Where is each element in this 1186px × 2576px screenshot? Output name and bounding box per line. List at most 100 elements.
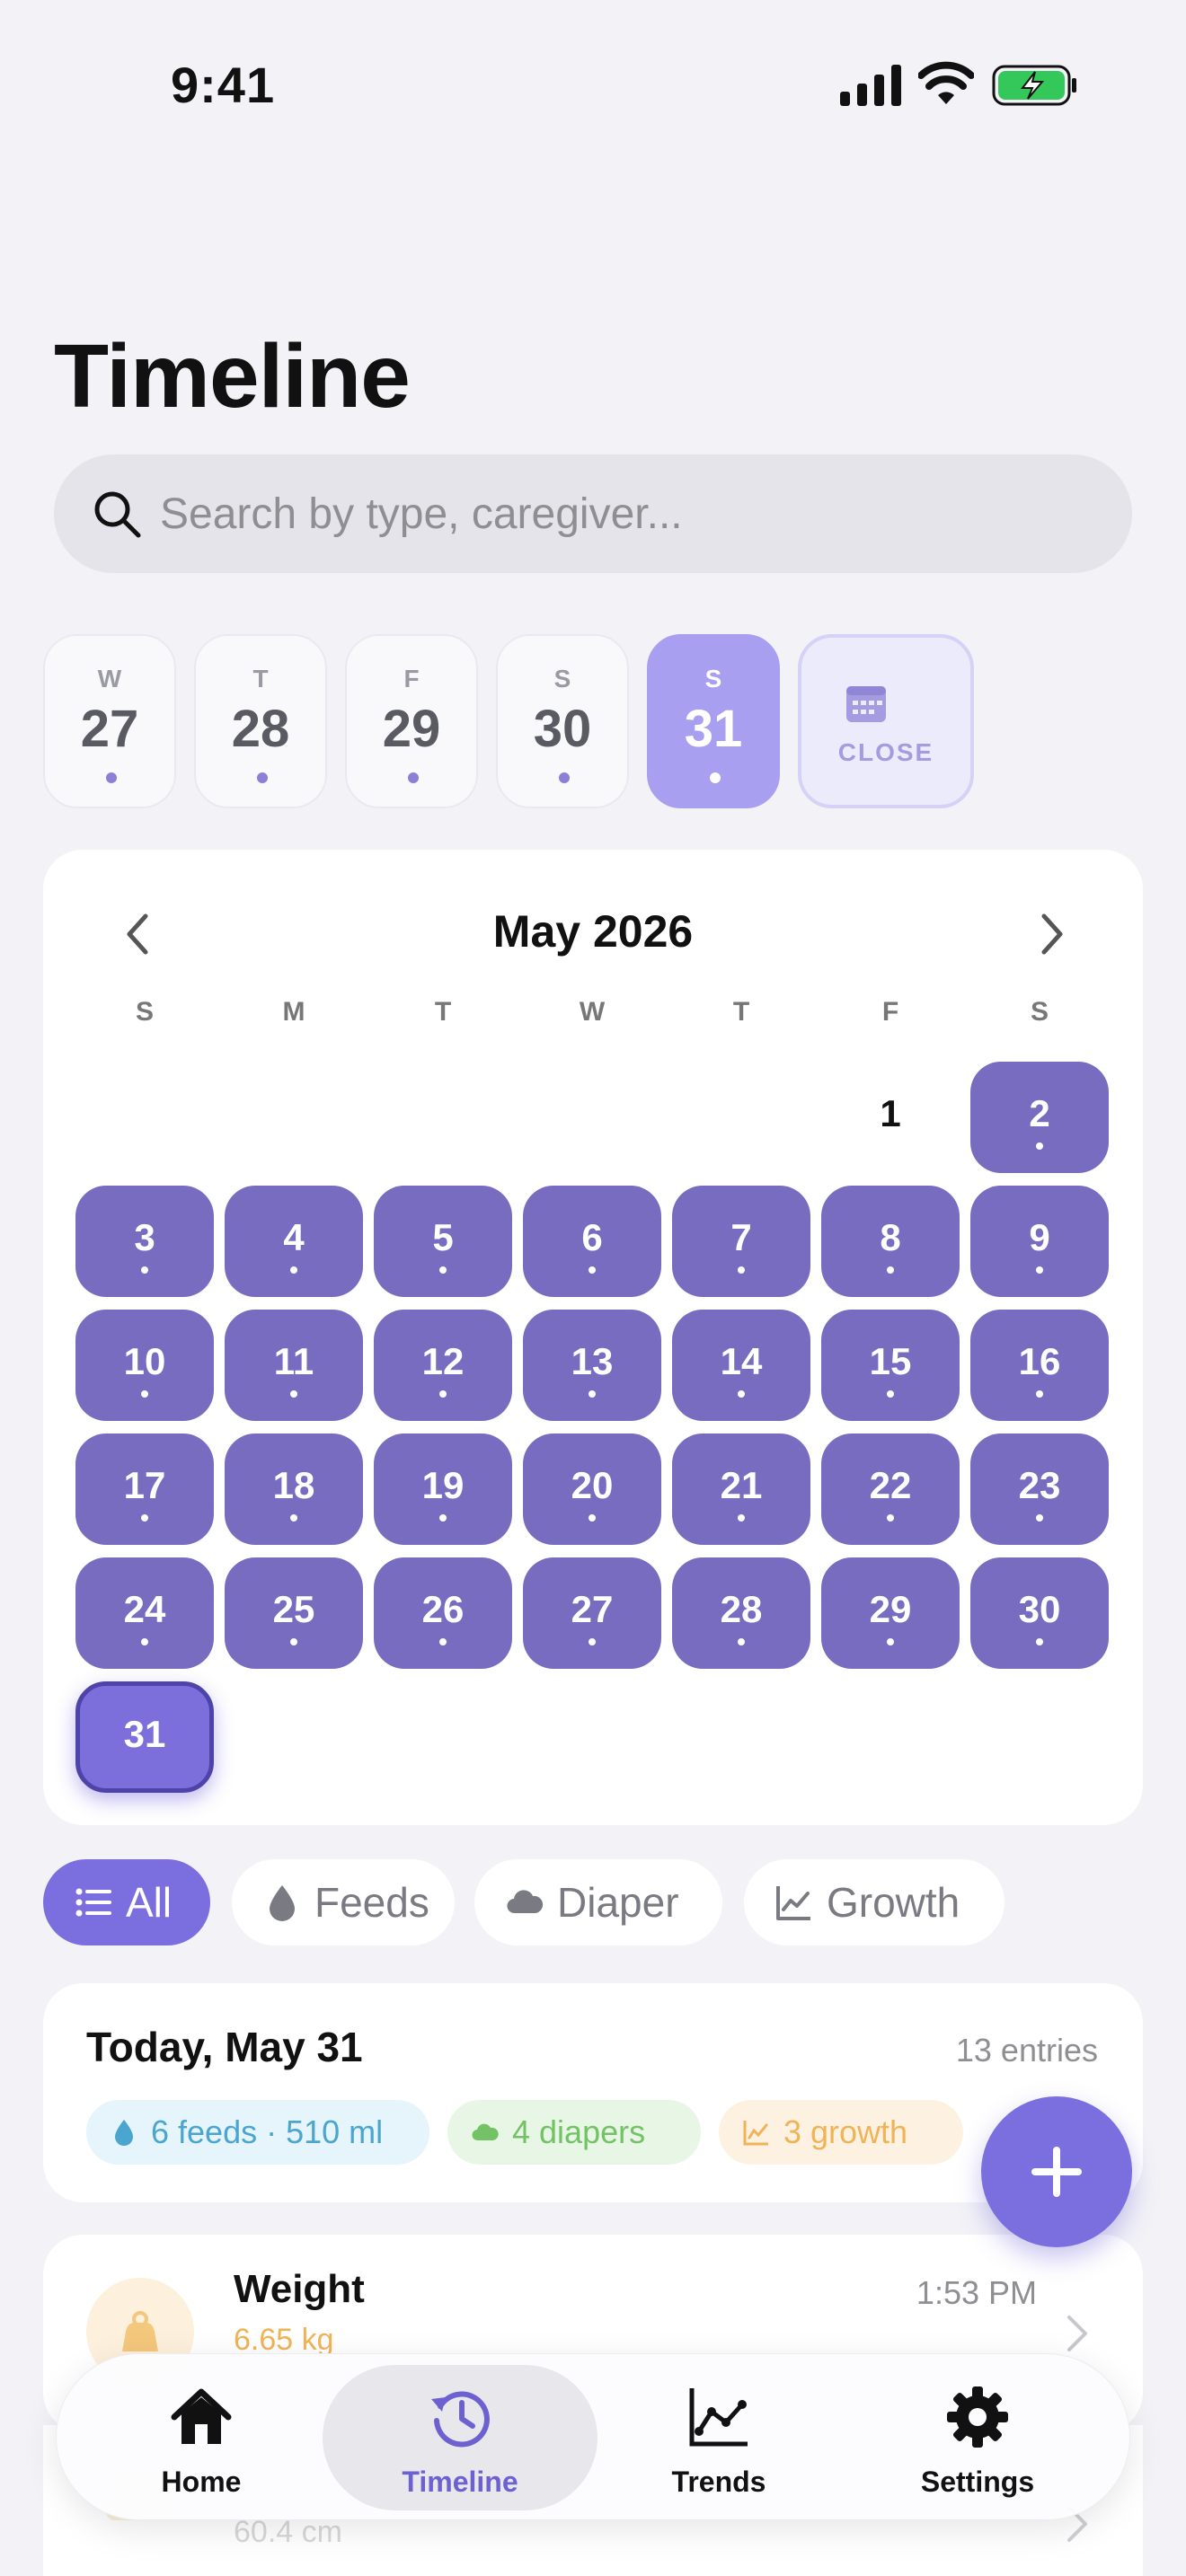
entry-indicator-dot	[439, 1514, 447, 1522]
calendar-day-number: 27	[571, 1588, 614, 1630]
page-title: Timeline	[54, 326, 411, 427]
entry-indicator-dot	[1036, 1266, 1043, 1274]
calendar-day-with-entries[interactable]: 2	[970, 1062, 1109, 1173]
entry-indicator-dot	[439, 1638, 447, 1645]
week-day-chip[interactable]: T 28	[194, 634, 327, 808]
calendar-day-number: 13	[571, 1340, 614, 1382]
calendar-day-with-entries[interactable]: 10	[75, 1310, 214, 1421]
weekday-label: M	[282, 997, 305, 1027]
calendar-day-with-entries[interactable]: 8	[821, 1186, 960, 1297]
entry-indicator-dot	[439, 1266, 447, 1274]
filter-all[interactable]: All	[43, 1859, 210, 1945]
filter-diaper[interactable]: Diaper	[474, 1859, 722, 1945]
calendar-day-number: 21	[720, 1464, 763, 1506]
entry-indicator-dot	[559, 772, 570, 783]
search-input[interactable]	[160, 480, 1094, 548]
calendar-day-with-entries[interactable]: 22	[821, 1434, 960, 1545]
calendar-day-number: 28	[720, 1588, 763, 1630]
calendar-day-number: 29	[869, 1588, 912, 1630]
calendar-day-number: 20	[571, 1464, 614, 1506]
calendar-day-number: 3	[134, 1216, 155, 1258]
calendar-day-with-entries[interactable]: 23	[970, 1434, 1109, 1545]
week-day-chip[interactable]: F 29	[345, 634, 478, 808]
drop-icon	[270, 1885, 295, 1921]
weekday-label: W	[579, 997, 606, 1027]
calendar-day-with-entries[interactable]: 28	[672, 1557, 810, 1669]
search-bar[interactable]	[54, 454, 1132, 573]
calendar-day-number: 30	[1018, 1588, 1061, 1630]
calendar-day-with-entries[interactable]: 27	[523, 1557, 661, 1669]
filter-bar: All Feeds Diaper Growth	[43, 1859, 1143, 1945]
week-day-letter: S	[704, 665, 722, 693]
calendar-day-with-entries[interactable]: 7	[672, 1186, 810, 1297]
cloud-icon	[472, 2123, 499, 2141]
calendar-day-with-entries[interactable]: 6	[523, 1186, 661, 1297]
tab-timeline[interactable]: Timeline	[323, 2365, 597, 2510]
entry-time: 1:53 PM	[916, 2274, 1037, 2311]
calendar-day-with-entries[interactable]: 25	[225, 1557, 363, 1669]
calendar-day-number: 7	[730, 1216, 752, 1258]
diapers-summary-pill: 4 diapers	[447, 2100, 701, 2165]
wifi-icon	[918, 61, 974, 104]
next-month-chevron-icon[interactable]	[1030, 907, 1075, 961]
calendar-day-with-entries[interactable]: 30	[970, 1557, 1109, 1669]
entry-indicator-dot	[141, 1638, 148, 1645]
calendar-day-with-entries[interactable]: 16	[970, 1310, 1109, 1421]
filter-feeds[interactable]: Feeds	[232, 1859, 455, 1945]
status-time: 9:41	[171, 57, 276, 113]
entry-indicator-dot	[738, 1266, 745, 1274]
calendar-day-selected[interactable]: 31	[75, 1681, 214, 1793]
feeds-summary-text: 6 feeds · 510 ml	[151, 2113, 384, 2150]
calendar-day-with-entries[interactable]: 18	[225, 1434, 363, 1545]
calendar-day-with-entries[interactable]: 29	[821, 1557, 960, 1669]
week-day-letter: S	[553, 665, 571, 693]
calendar-day-number: 9	[1029, 1216, 1050, 1258]
calendar-day-number: 4	[283, 1216, 305, 1258]
filter-label: Diaper	[557, 1879, 679, 1926]
search-icon	[94, 491, 141, 538]
week-day-number: 27	[80, 700, 139, 758]
calendar-day-with-entries[interactable]: 24	[75, 1557, 214, 1669]
add-entry-button[interactable]	[981, 2096, 1132, 2247]
calendar-day-with-entries[interactable]: 20	[523, 1434, 661, 1545]
diapers-summary-text: 4 diapers	[512, 2113, 646, 2150]
calendar-day-number: 8	[880, 1216, 901, 1258]
tab-settings[interactable]: Settings	[840, 2365, 1115, 2510]
tab-trends[interactable]: Trends	[581, 2365, 856, 2510]
list-icon	[75, 1888, 111, 1917]
calendar-day-number: 18	[272, 1464, 315, 1506]
calendar-day-with-entries[interactable]: 4	[225, 1186, 363, 1297]
calendar-day-with-entries[interactable]: 14	[672, 1310, 810, 1421]
calendar-day-number: 12	[421, 1340, 465, 1382]
calendar-day[interactable]: 1	[821, 1062, 960, 1173]
calendar-day-with-entries[interactable]: 9	[970, 1186, 1109, 1297]
calendar-day-number: 14	[720, 1340, 763, 1382]
clock-history-icon	[431, 2391, 490, 2448]
tab-label: Trends	[671, 2466, 766, 2498]
filter-label: All	[126, 1879, 173, 1926]
calendar-day-with-entries[interactable]: 5	[374, 1186, 512, 1297]
calendar-day-with-entries[interactable]: 17	[75, 1434, 214, 1545]
tab-home[interactable]: Home	[64, 2365, 339, 2510]
calendar-day-with-entries[interactable]: 12	[374, 1310, 512, 1421]
calendar-day-with-entries[interactable]: 19	[374, 1434, 512, 1545]
calendar-day-with-entries[interactable]: 11	[225, 1310, 363, 1421]
week-day-chip[interactable]: W 27	[43, 634, 176, 808]
calendar-day-with-entries[interactable]: 15	[821, 1310, 960, 1421]
calendar-day-with-entries[interactable]: 13	[523, 1310, 661, 1421]
week-day-chip[interactable]: S 30	[496, 634, 629, 808]
calendar-day-with-entries[interactable]: 21	[672, 1434, 810, 1545]
battery-charging-icon	[992, 65, 1076, 106]
entry-indicator-dot	[1036, 1390, 1043, 1398]
filter-growth[interactable]: Growth	[744, 1859, 1005, 1945]
close-calendar-button[interactable]: CLOSE	[798, 634, 974, 808]
week-day-chip-selected[interactable]: S 31	[647, 634, 780, 808]
entry-indicator-dot	[738, 1514, 745, 1522]
calendar-day-with-entries[interactable]: 3	[75, 1186, 214, 1297]
entry-indicator-dot	[887, 1266, 894, 1274]
calendar-day-number: 24	[123, 1588, 166, 1630]
calendar-day-with-entries[interactable]: 26	[374, 1557, 512, 1669]
filter-label: Growth	[827, 1879, 960, 1926]
entry-indicator-dot	[141, 1514, 148, 1522]
entry-indicator-dot	[141, 1266, 148, 1274]
